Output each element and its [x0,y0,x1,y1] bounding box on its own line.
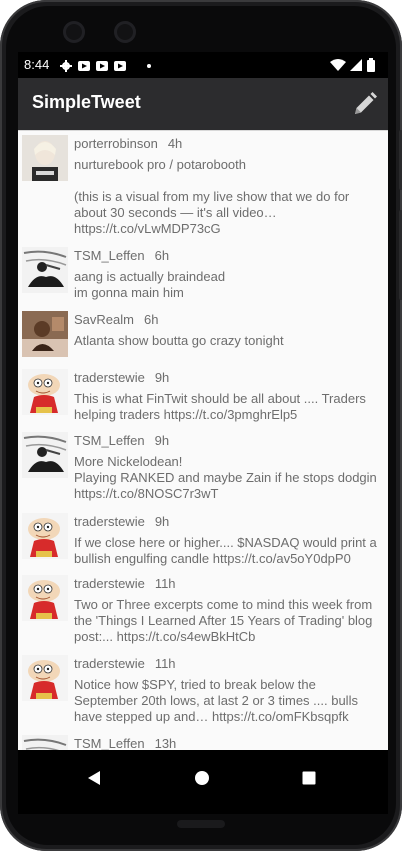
wifi-icon [330,59,346,71]
tweet-item[interactable]: TSM_Leffen 9h More Nickelodean! Playing R… [18,428,388,504]
tweet-item[interactable]: traderstewie 11h Two or Three excerpts co… [18,571,388,647]
tweet-header: traderstewie 9h [74,370,169,385]
avatar-savrealm [22,311,68,357]
tweet-text: aang is actually braindead im gonna main… [74,269,226,300]
tweet-header: TSM_Leffen 13h [74,736,176,751]
tweet-username[interactable]: traderstewie [74,656,145,671]
battery-icon [367,58,375,72]
tweet-item[interactable]: porterrobinson 4h nurturebook pro / potar… [18,131,388,241]
tweet-time: 6h [154,248,170,263]
tweet-username[interactable]: TSM_Leffen [74,433,145,448]
avatar-traderstewie [22,575,68,621]
dot-icon [147,64,151,68]
app-bar: SimpleTweet [18,78,388,130]
tweet-username[interactable]: SavRealm [74,312,134,327]
tweet-text: Notice how $SPY, tried to break below th… [74,677,358,724]
home-circle-icon[interactable] [194,770,210,786]
avatar[interactable] [22,735,68,751]
avatar[interactable] [22,135,68,181]
status-time: 8:44 [24,57,50,72]
screen: 8:44 SimpleTweet porterrobinson 4h nurtu… [18,52,388,814]
tweet-item[interactable]: TSM_Leffen 6h aang is actually braindead … [18,243,388,305]
tweet-item[interactable]: traderstewie 11h Notice how $SPY, tried t… [18,651,388,727]
avatar-tsm-leffen [22,735,68,751]
tweet-time: 9h [154,370,170,385]
tweet-header: porterrobinson 4h [74,136,182,151]
tweet-username[interactable]: traderstewie [74,576,145,591]
tweet-text: nurturebook pro / potarobooth (this is a… [74,157,350,236]
gear-icon [60,60,72,72]
back-triangle-icon[interactable] [86,770,102,786]
tweet-header: SavRealm 6h [74,312,158,327]
tweet-header: traderstewie 11h [74,576,176,591]
avatar-porterrobinson [22,135,68,181]
youtube-icon [114,61,126,71]
tweet-item[interactable]: SavRealm 6h Atlanta show boutta go crazy … [18,307,388,363]
tweet-list[interactable]: porterrobinson 4h nurturebook pro / potar… [18,130,388,751]
avatar-tsm-leffen [22,432,68,478]
status-notification-icons [60,60,151,72]
tweet-text: This is what FinTwit should be all about… [74,391,366,422]
phone-frame: 8:44 SimpleTweet porterrobinson 4h nurtu… [0,0,402,851]
front-camera [63,21,85,43]
signal-icon [350,59,362,71]
avatar-traderstewie [22,513,68,559]
compose-button[interactable] [352,91,378,117]
avatar[interactable] [22,575,68,621]
avatar-tsm-leffen [22,247,68,293]
bottom-speaker [177,820,225,828]
tweet-header: traderstewie 9h [74,514,169,529]
tweet-time: 9h [154,433,170,448]
tweet-username[interactable]: traderstewie [74,514,145,529]
tweet-header: TSM_Leffen 6h [74,248,169,263]
tweet-username[interactable]: porterrobinson [74,136,158,151]
tweet-header: traderstewie 11h [74,656,176,671]
avatar-traderstewie [22,369,68,415]
avatar[interactable] [22,513,68,559]
front-sensor [114,21,136,43]
avatar[interactable] [22,432,68,478]
pencil-icon [355,92,377,114]
avatar[interactable] [22,369,68,415]
tweet-time: 4h [167,136,183,151]
tweet-item[interactable]: TSM_Leffen 13h [18,731,388,751]
tweet-text: More Nickelodean! Playing RANKED and may… [74,454,377,501]
tweet-username[interactable]: TSM_Leffen [74,248,145,263]
tweet-text: Atlanta show boutta go crazy tonight [74,333,284,348]
tweet-time: 11h [154,576,176,591]
tweet-text: If we close here or higher.... $NASDAQ w… [74,535,377,566]
navigation-bar [18,750,388,814]
recents-square-icon[interactable] [301,770,317,786]
status-bar: 8:44 [18,52,388,78]
tweet-item[interactable]: traderstewie 9h This is what FinTwit shou… [18,365,388,425]
youtube-icon [96,61,108,71]
app-title: SimpleTweet [32,92,141,112]
tweet-time: 11h [154,656,176,671]
avatar-traderstewie [22,655,68,701]
tweet-username[interactable]: TSM_Leffen [74,736,145,751]
tweet-header: TSM_Leffen 9h [74,433,169,448]
tweet-username[interactable]: traderstewie [74,370,145,385]
avatar[interactable] [22,247,68,293]
tweet-text: Two or Three excerpts come to mind this … [74,597,373,644]
youtube-icon [78,61,90,71]
avatar[interactable] [22,311,68,357]
avatar[interactable] [22,655,68,701]
tweet-item[interactable]: traderstewie 9h If we close here or highe… [18,509,388,569]
tweet-time: 9h [154,514,170,529]
tweet-time: 6h [143,312,159,327]
tweet-time: 13h [154,736,177,751]
status-system-icons [330,58,375,72]
